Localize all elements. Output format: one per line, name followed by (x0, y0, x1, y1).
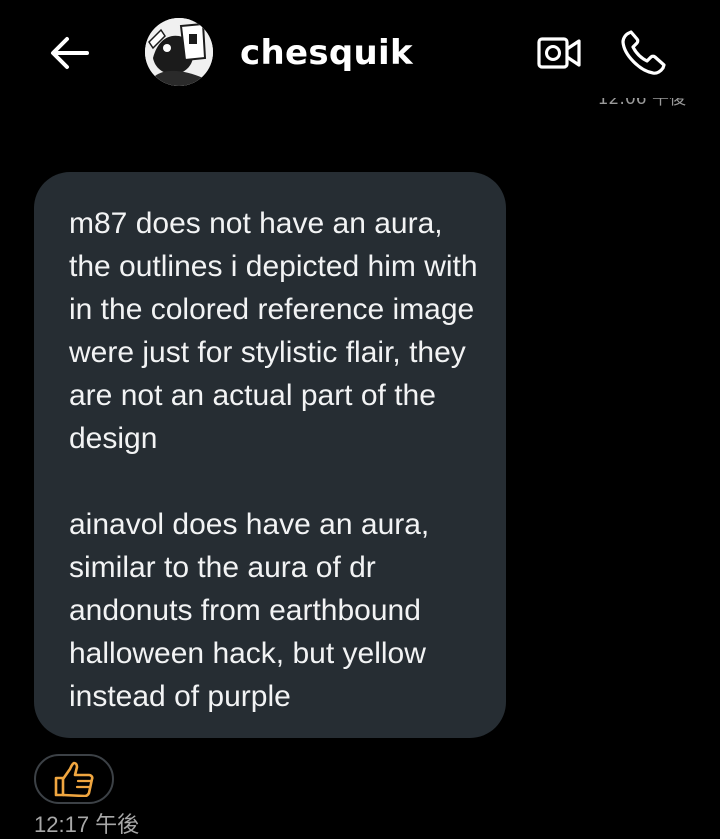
video-camera-icon (537, 37, 581, 69)
video-call-button[interactable] (532, 30, 586, 76)
phone-icon (621, 30, 666, 75)
message-paragraph: m87 does not have an aura, the outlines … (69, 207, 478, 455)
previous-message-timestamp-text: 12:06 午後 (597, 98, 686, 109)
back-button[interactable] (44, 30, 94, 76)
contact-name[interactable]: chesquik (240, 31, 413, 75)
previous-message-timestamp: 12:06 午後 (598, 98, 686, 112)
avatar[interactable] (145, 18, 213, 86)
thumbs-up-icon (54, 761, 94, 797)
voice-call-button[interactable] (614, 26, 672, 80)
received-message-bubble[interactable]: m87 does not have an aura, the outlines … (34, 172, 506, 738)
message-paragraph: ainavol does have an aura, similar to th… (69, 508, 430, 713)
chat-header: chesquik (0, 0, 720, 106)
message-timestamp: 12:17 午後 (34, 812, 140, 837)
arrow-left-icon (51, 37, 89, 69)
reaction-badge[interactable] (34, 754, 114, 804)
avatar-image (145, 18, 213, 86)
